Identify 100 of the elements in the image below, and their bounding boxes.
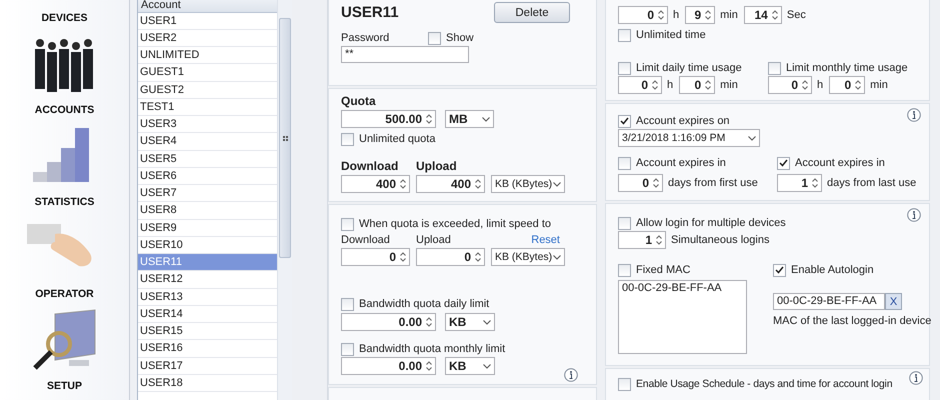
unit-label: days from last use xyxy=(827,177,916,189)
spin-arrows-icon xyxy=(653,178,659,188)
account-list-item[interactable]: USER13 xyxy=(138,288,277,306)
nav-label[interactable]: STATISTICS xyxy=(34,192,94,212)
number-spinner[interactable]: 0 xyxy=(618,76,662,94)
dropdown[interactable]: KB (KBytes) xyxy=(491,248,565,266)
checkmark-icon xyxy=(620,117,629,125)
account-list-item[interactable]: USER8 xyxy=(138,202,277,220)
spin-arrows-icon xyxy=(400,179,406,189)
account-list-item[interactable]: USER3 xyxy=(138,116,277,134)
dropdown[interactable]: KB (KBytes) xyxy=(491,175,565,193)
field-label: Password xyxy=(341,32,390,44)
info-icon[interactable] xyxy=(907,208,921,222)
number-spinner[interactable]: 0 xyxy=(416,248,485,266)
number-spinner[interactable]: 0 xyxy=(341,248,410,266)
account-list-item[interactable]: GUEST2 xyxy=(138,82,277,99)
checkbox[interactable]: Limit daily time usage xyxy=(618,61,768,75)
spin-arrows-icon xyxy=(656,235,662,245)
unit-label: days from first use xyxy=(668,177,758,189)
checkbox[interactable]: Bandwidth quota monthly limit xyxy=(341,342,506,356)
checkbox[interactable]: Account expires on xyxy=(618,114,730,128)
monitor-with-magnifier-icon xyxy=(32,309,95,370)
checkbox[interactable]: Limit monthly time usage xyxy=(768,61,918,75)
chevron-down-icon xyxy=(482,116,490,122)
account-list-item[interactable]: USER9 xyxy=(138,220,277,237)
number-spinner[interactable]: 0 xyxy=(618,6,668,24)
nav-label[interactable]: OPERATOR xyxy=(35,284,94,304)
account-list-item[interactable]: UNLIMITED xyxy=(138,47,277,64)
chevron-down-icon xyxy=(483,320,491,324)
number-spinner[interactable]: 0 xyxy=(768,76,812,94)
password-field[interactable]: ** xyxy=(341,46,469,63)
number-spinner[interactable]: 400 xyxy=(416,175,485,193)
account-list-item[interactable]: USER12 xyxy=(138,271,277,288)
dropdown[interactable]: KB xyxy=(445,313,495,331)
number-spinner[interactable]: 0.00 xyxy=(341,357,436,375)
account-list-item[interactable]: GUEST1 xyxy=(138,64,277,82)
scrollbar-thumb[interactable] xyxy=(279,18,291,258)
account-list-item[interactable]: USER15 xyxy=(138,323,277,340)
section-title: Quota xyxy=(341,94,376,108)
field-label: MAC of the last logged-in device xyxy=(773,315,932,327)
checkbox[interactable]: Unlimited time xyxy=(618,28,706,42)
account-list-item[interactable]: USER7 xyxy=(138,185,277,202)
hand-holding-card-drawing xyxy=(26,224,91,266)
number-spinner[interactable]: 14 xyxy=(744,6,782,24)
checkmark-icon xyxy=(779,159,788,167)
account-list-item[interactable]: USER16 xyxy=(138,340,277,358)
spin-arrows-icon xyxy=(426,317,432,327)
reset-link[interactable]: Reset xyxy=(531,234,560,246)
unit-label: min xyxy=(720,79,738,91)
info-icon[interactable] xyxy=(909,371,923,385)
unit-label: min xyxy=(870,79,888,91)
checkbox[interactable]: When quota is exceeded, limit speed to xyxy=(341,217,552,231)
checkbox[interactable]: Allow login for multiple devices xyxy=(618,216,786,230)
info-icon[interactable] xyxy=(564,368,578,382)
number-spinner[interactable]: 0 xyxy=(829,76,866,94)
number-spinner[interactable]: 1 xyxy=(618,231,666,249)
number-spinner[interactable]: 0.00 xyxy=(341,313,436,331)
checkbox[interactable]: Account expires in xyxy=(618,156,777,170)
account-list-item[interactable]: USER5 xyxy=(138,150,277,168)
mac-field[interactable]: 00-0C-29-BE-FF-AA xyxy=(773,293,885,310)
spin-arrows-icon xyxy=(475,252,481,262)
nav-label[interactable]: SETUP xyxy=(46,376,82,396)
account-list-item[interactable]: USER4 xyxy=(138,133,277,150)
nav-label[interactable]: ACCOUNTS xyxy=(34,100,94,120)
spin-arrows-icon xyxy=(812,178,818,188)
delete-button[interactable]: Delete xyxy=(494,2,570,23)
nav-label[interactable]: DEVICES xyxy=(41,8,88,28)
dropdown[interactable]: KB xyxy=(445,357,495,375)
account-list-item[interactable]: USER1 xyxy=(138,12,277,30)
column-header[interactable]: Account xyxy=(138,0,277,12)
number-spinner[interactable]: 0 xyxy=(679,76,716,94)
checkbox[interactable]: Enable Autologin xyxy=(773,263,932,277)
clear-button[interactable]: X xyxy=(885,293,902,310)
chevron-down-icon xyxy=(553,182,561,186)
checkbox[interactable]: Account expires in xyxy=(777,156,936,170)
field-label: Upload xyxy=(416,159,457,173)
info-icon[interactable] xyxy=(907,108,921,122)
number-spinner[interactable]: 500.00 xyxy=(341,110,436,128)
spin-arrows-icon xyxy=(772,10,778,20)
account-list-item[interactable]: USER17 xyxy=(138,358,277,375)
unit-label: min xyxy=(720,9,738,21)
checkmark-icon xyxy=(775,266,784,274)
spin-arrows-icon xyxy=(705,10,712,20)
number-spinner[interactable]: 0 xyxy=(618,174,663,192)
unit-label: h xyxy=(673,9,680,21)
number-spinner[interactable]: 9 xyxy=(685,6,716,24)
checkbox[interactable]: Unlimited quota xyxy=(341,132,436,146)
chevron-down-icon xyxy=(483,364,491,368)
checkbox[interactable]: Bandwidth quota daily limit xyxy=(341,297,490,311)
dropdown[interactable]: MB xyxy=(445,110,494,128)
mac-list-field[interactable]: 00-0C-29-BE-FF-AA xyxy=(618,280,747,354)
spin-arrows-icon xyxy=(400,252,406,262)
number-spinner[interactable]: 1 xyxy=(777,174,822,192)
checkbox[interactable]: Show xyxy=(428,31,474,45)
spin-arrows-icon xyxy=(802,80,808,90)
checkbox[interactable]: Fixed MAC xyxy=(618,263,773,277)
number-spinner[interactable]: 400 xyxy=(341,175,410,193)
unit-label: h xyxy=(817,79,824,91)
dropdown[interactable]: 3/21/2018 1:16:09 PM xyxy=(618,129,760,147)
bar-chart-icon xyxy=(32,128,88,182)
